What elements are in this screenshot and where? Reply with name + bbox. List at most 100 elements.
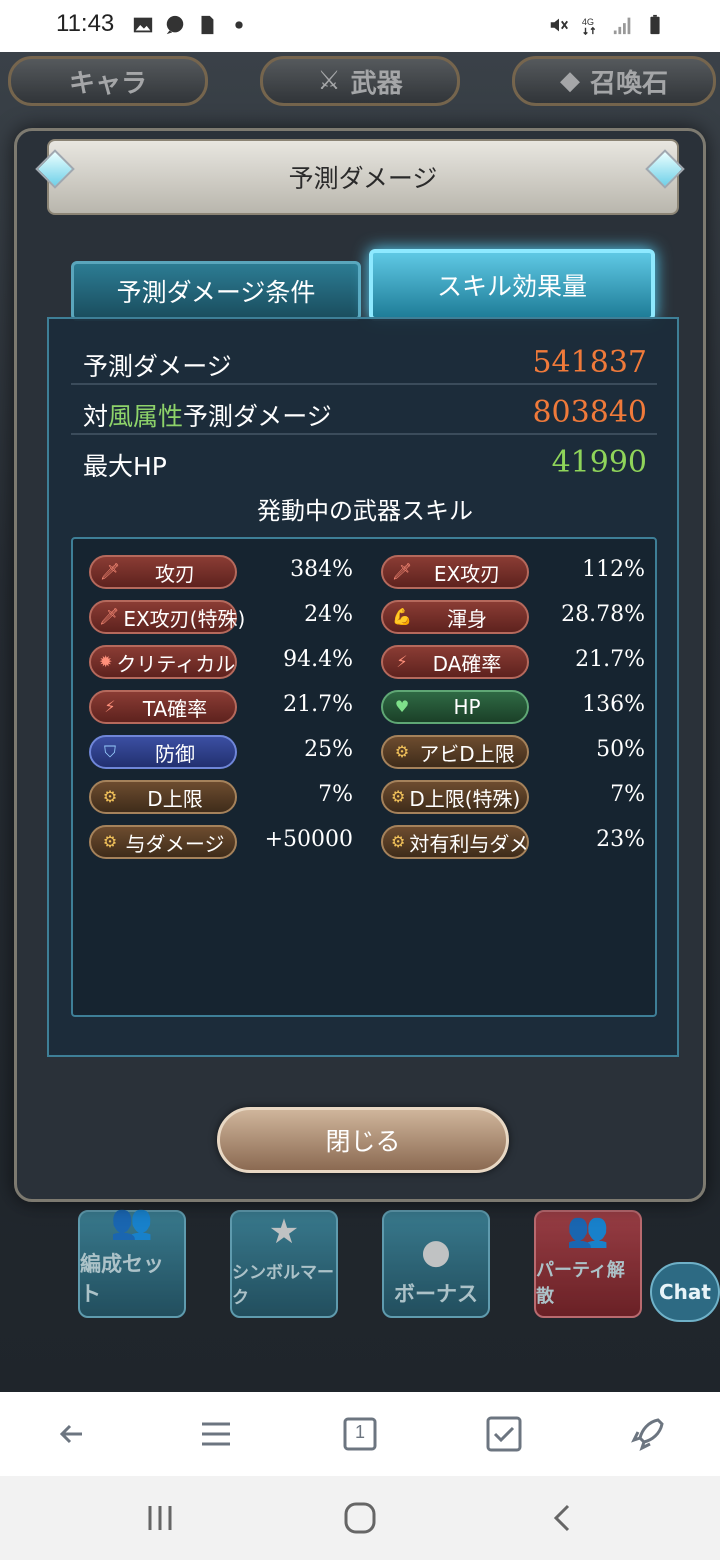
stat-row-predicted-damage: 予測ダメージ 541837: [71, 341, 657, 385]
sword-icon: 🗡: [99, 562, 121, 581]
party-disband-button[interactable]: 👥 パーティ解散: [534, 1210, 642, 1318]
skill-value: 28.78%: [561, 602, 645, 627]
stat-label-pre: 対: [83, 402, 109, 431]
skill-badge: 💪 渾身: [381, 600, 529, 634]
dialog-title: 予測ダメージ: [47, 139, 679, 215]
tab-skill-amount[interactable]: スキル効果量: [369, 249, 655, 321]
skill-name: 与ダメージ: [125, 831, 225, 856]
tab-summon[interactable]: ◆ 召喚石: [512, 56, 716, 106]
gear-icon: ⚙: [394, 742, 410, 761]
weapon-skill-item: ⚙ 対有利与ダメ 23%: [373, 825, 645, 859]
bonus-orb-icon: ●: [421, 1232, 451, 1272]
gear-icon: ⚙: [391, 832, 406, 851]
skill-badge: ♥ HP: [381, 690, 529, 724]
tab-chara-label: キャラ: [68, 68, 147, 99]
menu-icon[interactable]: [196, 1414, 236, 1454]
skill-amount-panel: 予測ダメージ 541837 対風属性予測ダメージ 803840 最大HP 419…: [47, 317, 679, 1057]
skill-value: 21.7%: [283, 692, 353, 717]
sword-icon: 🗡: [99, 607, 120, 626]
checkbox-icon[interactable]: [484, 1414, 524, 1454]
skill-badge: ⚙ 与ダメージ: [89, 825, 237, 859]
skill-badge: ⚙ D上限(特殊): [381, 780, 529, 814]
stat-row-wind-damage: 対風属性予測ダメージ 803840: [71, 391, 657, 435]
skill-value: 7%: [318, 782, 353, 807]
home-icon[interactable]: [342, 1500, 378, 1536]
bonus-button[interactable]: ● ボーナス: [382, 1210, 490, 1318]
tab-skill-amount-label: スキル効果量: [436, 272, 587, 301]
chat-button[interactable]: Chat: [650, 1262, 720, 1322]
tab-count: 1: [354, 1422, 365, 1442]
skill-value: +50000: [264, 827, 353, 852]
people-icon: 👥: [110, 1202, 154, 1242]
stat-value: 803840: [532, 395, 647, 430]
close-button[interactable]: 閉じる: [217, 1107, 509, 1173]
tab-weapon-label: 武器: [350, 68, 403, 99]
heart-icon: ♥: [394, 697, 410, 716]
signal-icon: [613, 17, 631, 35]
tabs-button[interactable]: 1: [340, 1414, 380, 1454]
people-icon: 👥: [566, 1210, 610, 1250]
formation-set-button[interactable]: 👥 編成セット: [78, 1202, 186, 1318]
system-back-icon[interactable]: [544, 1500, 580, 1536]
close-label: 閉じる: [325, 1127, 401, 1156]
stat-value: 41990: [551, 445, 647, 480]
skill-value: 23%: [596, 827, 645, 852]
rocket-icon[interactable]: [628, 1414, 668, 1454]
recent-apps-icon[interactable]: [142, 1500, 178, 1536]
tab-chara[interactable]: キャラ: [8, 56, 208, 106]
gear-icon: ⚙: [102, 787, 118, 806]
skill-badge: ⚙ アビD上限: [381, 735, 529, 769]
predicted-damage-dialog: 予測ダメージ 予測ダメージ条件 スキル効果量 予測ダメージ 541837 対風属…: [14, 128, 706, 1202]
skill-badge: 🗡 EX攻刃: [381, 555, 529, 589]
battery-icon: [650, 14, 660, 35]
shield-icon: ⛉: [103, 742, 116, 761]
weapon-skill-item: ⛉ 防御 25%: [81, 735, 353, 769]
dialog-title-text: 予測ダメージ: [288, 164, 438, 193]
system-navigation-bar: [0, 1476, 720, 1560]
weapon-skill-item: ⚡ DA確率 21.7%: [373, 645, 645, 679]
skill-badge: ✹ クリティカル: [89, 645, 237, 679]
critical-icon: ✹: [99, 652, 113, 671]
weapon-skill-item: ✹ クリティカル 94.4%: [81, 645, 353, 679]
gallery-icon: [133, 17, 153, 33]
status-time: 11:43: [56, 10, 115, 37]
skill-value: 112%: [582, 557, 645, 582]
skills-heading: 発動中の武器スキル: [257, 497, 473, 525]
stat-label-wind: 風属性: [108, 402, 184, 431]
skill-name: TA確率: [142, 696, 208, 721]
double-attack-icon: ⚡: [396, 652, 408, 671]
skill-name: 渾身: [447, 606, 487, 631]
weapon-skill-item: 🗡 EX攻刃(特殊) 24%: [81, 600, 353, 634]
skill-name: D上限: [147, 786, 203, 811]
skill-name: 攻刃: [155, 561, 195, 586]
skill-badge: ⛉ 防御: [89, 735, 237, 769]
browser-toolbar: 1: [0, 1392, 720, 1476]
stat-label: 最大HP: [83, 452, 167, 481]
symbol-mark-label: シンボルマーク: [232, 1263, 334, 1308]
crystal-icon: ◆: [559, 66, 580, 96]
skill-badge: 🗡 攻刃: [89, 555, 237, 589]
symbol-mark-button[interactable]: ★ シンボルマーク: [230, 1210, 338, 1318]
tab-damage-conditions-label: 予測ダメージ条件: [116, 278, 316, 307]
skill-badge: ⚡ TA確率: [89, 690, 237, 724]
stat-label-post: 予測ダメージ: [183, 402, 332, 431]
tab-weapon[interactable]: ⚔ 武器: [260, 56, 460, 106]
gear-icon: ⚙: [391, 787, 406, 806]
status-bar: 11:43 4G: [0, 0, 720, 52]
formation-set-label: 編成セット: [80, 1252, 164, 1306]
skill-badge: ⚡ DA確率: [381, 645, 529, 679]
skill-value: 94.4%: [283, 647, 353, 672]
dot-icon: [235, 21, 243, 29]
tab-damage-conditions[interactable]: 予測ダメージ条件: [71, 261, 361, 321]
weapon-skill-item: ⚙ D上限(特殊) 7%: [373, 780, 645, 814]
muscle-icon: 💪: [392, 607, 412, 626]
skill-name: DA確率: [432, 651, 502, 676]
skill-value: 25%: [304, 737, 353, 762]
chat-label: Chat: [659, 1280, 711, 1304]
skill-value: 136%: [582, 692, 645, 717]
skill-name: クリティカル: [116, 651, 236, 676]
4g-icon: 4G: [582, 17, 596, 36]
back-arrow-icon[interactable]: [52, 1414, 92, 1454]
skill-badge: 🗡 EX攻刃(特殊): [89, 600, 245, 634]
weapon-skill-item: ⚙ 与ダメージ +50000: [81, 825, 353, 859]
